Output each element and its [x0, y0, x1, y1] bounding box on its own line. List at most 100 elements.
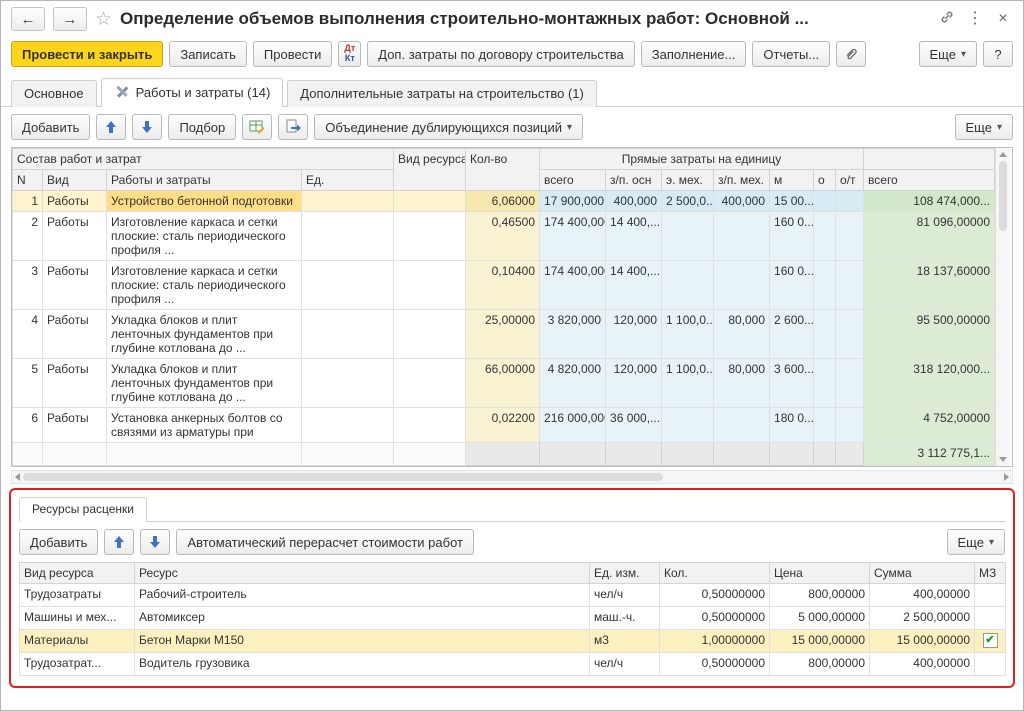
scroll-left-icon[interactable]: [15, 473, 20, 481]
help-button[interactable]: ?: [983, 41, 1013, 67]
works-table-row[interactable]: 5РаботыУкладка блоков и плит ленточных ф…: [13, 359, 995, 408]
cell-m[interactable]: 160 0...: [770, 212, 814, 261]
col-o[interactable]: о: [814, 170, 836, 191]
cell-unit[interactable]: чел/ч: [590, 653, 660, 676]
resources-table-row[interactable]: ТрудозатратыРабочий-строительчел/ч0,5000…: [20, 584, 1006, 607]
cell-total-unit[interactable]: 3 820,000: [540, 310, 606, 359]
post-and-close-button[interactable]: Провести и закрыть: [11, 41, 163, 67]
cell-e-meh[interactable]: [662, 261, 714, 310]
cell-price[interactable]: 15 000,00000: [770, 630, 870, 653]
close-icon[interactable]: ×: [993, 11, 1013, 27]
col-total-unit[interactable]: всего: [540, 170, 606, 191]
cell-kind[interactable]: Работы: [43, 212, 107, 261]
resources-more-button[interactable]: Еще ▾: [947, 529, 1005, 555]
resources-table-row[interactable]: МатериалыБетон Марки М150м31,0000000015 …: [20, 630, 1006, 653]
works-table-row[interactable]: 1РаботыУстройство бетонной подготовки6,0…: [13, 191, 995, 212]
post-button[interactable]: Провести: [253, 41, 333, 67]
col-ot[interactable]: о/т: [836, 170, 864, 191]
cell-ot[interactable]: [836, 359, 864, 408]
col-resource[interactable]: Ресурс: [135, 563, 590, 584]
cell-qty[interactable]: 0,02200: [466, 408, 540, 443]
cell-n[interactable]: 6: [13, 408, 43, 443]
cell-e-meh[interactable]: 1 100,0...: [662, 359, 714, 408]
cell-mz[interactable]: ✔: [975, 630, 1006, 653]
forward-button[interactable]: →: [53, 7, 87, 31]
cell-kind[interactable]: Работы: [43, 359, 107, 408]
cell-ot[interactable]: [836, 310, 864, 359]
cell-work-name[interactable]: Изготовление каркаса и сетки плоские: ст…: [107, 212, 302, 261]
scroll-down-icon[interactable]: [999, 457, 1007, 462]
cell-resource-name[interactable]: Рабочий-строитель: [135, 584, 590, 607]
col-m[interactable]: м: [770, 170, 814, 191]
cell-qty[interactable]: 0,50000000: [660, 607, 770, 630]
cell-resource-name[interactable]: Водитель грузовика: [135, 653, 590, 676]
works-table-row[interactable]: 2РаботыИзготовление каркаса и сетки плос…: [13, 212, 995, 261]
cell-resource-type[interactable]: [394, 212, 466, 261]
cell-unit[interactable]: [302, 261, 394, 310]
cell-zp-meh[interactable]: [714, 408, 770, 443]
cell-qty[interactable]: 25,00000: [466, 310, 540, 359]
col-total[interactable]: всего: [864, 170, 995, 191]
cell-n[interactable]: 3: [13, 261, 43, 310]
cell-unit[interactable]: маш.-ч.: [590, 607, 660, 630]
cell-mz[interactable]: [975, 584, 1006, 607]
scroll-right-icon[interactable]: [1004, 473, 1009, 481]
cell-mz[interactable]: [975, 653, 1006, 676]
cell-ot[interactable]: [836, 191, 864, 212]
col-kind[interactable]: Вид: [43, 170, 107, 191]
group-composition[interactable]: Состав работ и затрат: [13, 149, 394, 170]
cell-total[interactable]: 318 120,000...: [864, 359, 995, 408]
cell-zp-osn[interactable]: 36 000,...: [606, 408, 662, 443]
cell-resource-type[interactable]: [394, 359, 466, 408]
works-table-row[interactable]: 6РаботыУстановка анкерных болтов со связ…: [13, 408, 995, 443]
cell-zp-osn[interactable]: 14 400,...: [606, 261, 662, 310]
cell-sum[interactable]: 400,00000: [870, 653, 975, 676]
resources-move-up-button[interactable]: [104, 529, 134, 555]
scrollbar-thumb[interactable]: [999, 161, 1007, 231]
col-unit[interactable]: Ед.: [302, 170, 394, 191]
cell-kind[interactable]: Работы: [43, 408, 107, 443]
cell-work-name[interactable]: Устройство бетонной подготовки: [107, 191, 302, 212]
cell-total-unit[interactable]: 216 000,000: [540, 408, 606, 443]
favorite-star-icon[interactable]: ☆: [95, 10, 112, 29]
cell-m[interactable]: 3 600...: [770, 359, 814, 408]
attachments-button[interactable]: [836, 41, 866, 67]
col-resource-type[interactable]: Вид ресурса: [394, 149, 466, 191]
cell-sum[interactable]: 400,00000: [870, 584, 975, 607]
cell-unit[interactable]: [302, 191, 394, 212]
resources-move-down-button[interactable]: [140, 529, 170, 555]
col-mz[interactable]: МЗ: [975, 563, 1006, 584]
cell-qty[interactable]: 0,10400: [466, 261, 540, 310]
cell-ot[interactable]: [836, 261, 864, 310]
cell-zp-meh[interactable]: 80,000: [714, 310, 770, 359]
col-quantity[interactable]: Кол-во: [466, 149, 540, 191]
works-table-row[interactable]: 4РаботыУкладка блоков и плит ленточных ф…: [13, 310, 995, 359]
horizontal-scrollbar[interactable]: [11, 470, 1013, 484]
cell-unit[interactable]: [302, 310, 394, 359]
cell-total[interactable]: 108 474,000...: [864, 191, 995, 212]
col-zp-meh[interactable]: з/п. мех.: [714, 170, 770, 191]
cell-e-meh[interactable]: 1 100,0...: [662, 310, 714, 359]
cell-m[interactable]: 2 600...: [770, 310, 814, 359]
tab-main[interactable]: Основное: [11, 80, 97, 107]
cell-qty[interactable]: 0,50000000: [660, 584, 770, 607]
cell-unit[interactable]: м3: [590, 630, 660, 653]
tab-works[interactable]: Работы и затраты (14): [101, 78, 284, 107]
cell-qty[interactable]: 66,00000: [466, 359, 540, 408]
works-edit-table-button[interactable]: [242, 114, 272, 140]
cell-sum[interactable]: 2 500,00000: [870, 607, 975, 630]
cell-resource-type[interactable]: Материалы: [20, 630, 135, 653]
fill-button[interactable]: Заполнение...: [641, 41, 747, 67]
cell-zp-meh[interactable]: [714, 212, 770, 261]
back-button[interactable]: ←: [11, 7, 45, 31]
cell-unit[interactable]: [302, 359, 394, 408]
cell-resource-type[interactable]: Машины и мех...: [20, 607, 135, 630]
cell-kind[interactable]: Работы: [43, 191, 107, 212]
works-add-button[interactable]: Добавить: [11, 114, 90, 140]
cell-resource-type[interactable]: [394, 261, 466, 310]
cell-resource-name[interactable]: Бетон Марки М150: [135, 630, 590, 653]
cell-ot[interactable]: [836, 212, 864, 261]
cell-qty[interactable]: 1,00000000: [660, 630, 770, 653]
cell-zp-meh[interactable]: [714, 261, 770, 310]
cell-unit[interactable]: чел/ч: [590, 584, 660, 607]
